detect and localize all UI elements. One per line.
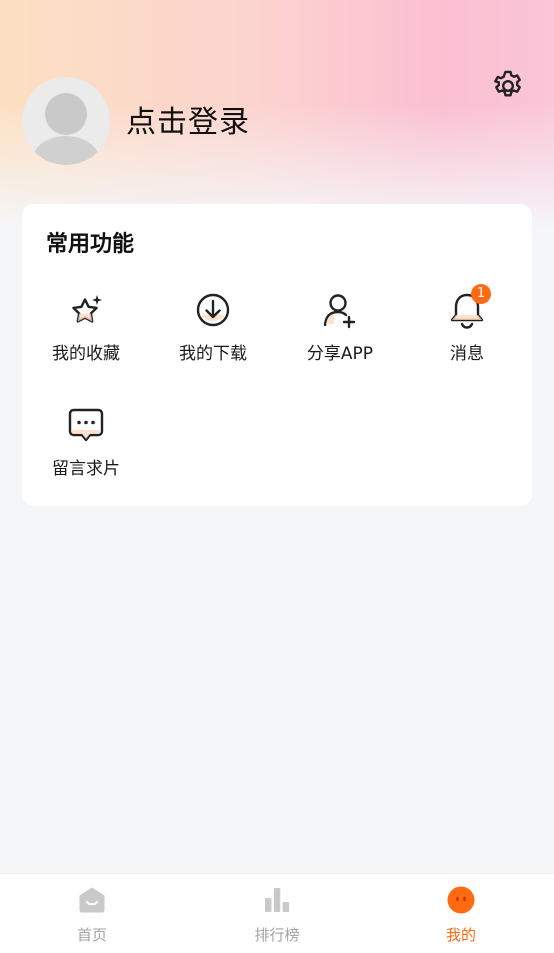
login-link[interactable]: 点击登录 bbox=[126, 102, 250, 144]
tab-home[interactable]: 首页 bbox=[32, 874, 152, 953]
section-title: 常用功能 bbox=[46, 232, 135, 257]
favorites-button[interactable]: 我的收藏 bbox=[22, 290, 150, 370]
avatar[interactable] bbox=[22, 77, 110, 165]
downloads-label: 我的下载 bbox=[179, 344, 247, 364]
message-count-badge: 1 bbox=[471, 284, 491, 304]
message-icon bbox=[68, 408, 104, 442]
messages-button[interactable]: 1 消息 bbox=[403, 284, 531, 370]
share-app-label: 分享APP bbox=[306, 344, 374, 364]
request-movie-button[interactable]: 留言求片 bbox=[22, 405, 150, 485]
profile-face-icon bbox=[447, 886, 475, 914]
user-add-icon bbox=[323, 294, 356, 329]
tab-ranking-label: 排行榜 bbox=[254, 926, 300, 944]
favorites-label: 我的收藏 bbox=[52, 344, 120, 364]
tab-home-label: 首页 bbox=[76, 926, 107, 944]
settings-button[interactable] bbox=[488, 66, 528, 106]
home-icon bbox=[79, 887, 105, 913]
default-avatar-icon bbox=[22, 77, 110, 165]
tab-mine-label: 我的 bbox=[445, 926, 476, 944]
tab-mine[interactable]: 我的 bbox=[401, 874, 521, 953]
chart-icon bbox=[265, 888, 290, 912]
messages-label: 消息 bbox=[450, 344, 484, 364]
download-icon bbox=[196, 293, 230, 327]
request-movie-label: 留言求片 bbox=[52, 459, 120, 479]
common-functions-card: 常用功能 我的收藏 我的下载 分享APP 1 消息 留言求片 bbox=[22, 204, 532, 506]
share-app-button[interactable]: 分享APP bbox=[276, 290, 404, 370]
star-sparkle-icon bbox=[72, 295, 102, 323]
bottom-tab-bar: 首页 排行榜 我的 bbox=[0, 873, 554, 953]
gear-icon bbox=[494, 70, 521, 97]
tab-ranking[interactable]: 排行榜 bbox=[217, 874, 337, 953]
downloads-button[interactable]: 我的下载 bbox=[149, 290, 277, 370]
